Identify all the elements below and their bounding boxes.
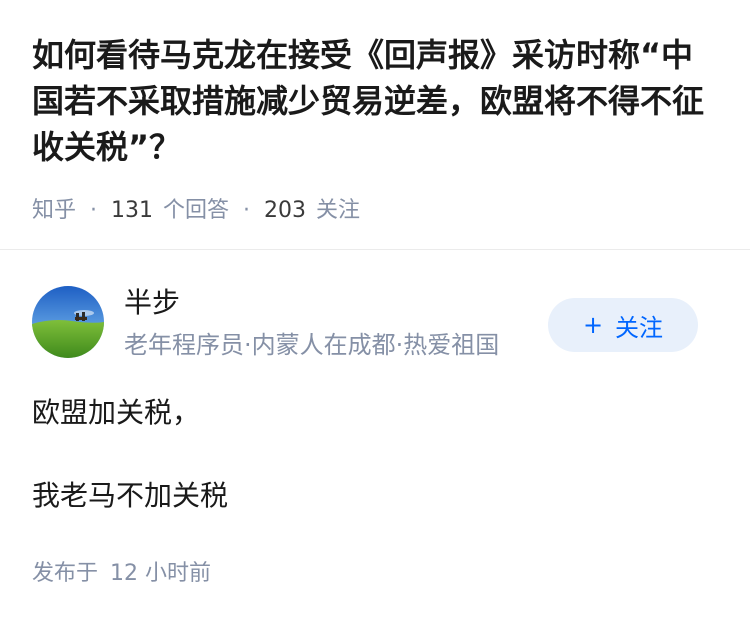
answer-count: 131 <box>111 198 154 223</box>
follow-button[interactable]: + 关注 <box>548 298 698 352</box>
question-meta: 知乎 · 131 个回答 · 203 关注 <box>32 194 360 228</box>
follower-count-label: 关注 <box>316 198 361 223</box>
publish-time-value: 12 小时前 <box>110 561 212 586</box>
avatar-image <box>32 286 104 358</box>
answer-count-label[interactable]: 个回答 <box>163 194 229 228</box>
section-divider <box>0 249 750 250</box>
publish-time-label: 发布于 <box>32 561 99 586</box>
plus-icon: + <box>582 311 604 339</box>
author-bio: 老年程序员·内蒙人在成都·热爱祖国 <box>124 331 500 359</box>
meta-separator: · <box>90 198 98 223</box>
answer-paragraph: 我老马不加关税 <box>32 479 229 512</box>
question-title[interactable]: 如何看待马克龙在接受《回声报》采访时称“中国若不采取措施减少贸易逆差，欧盟将不得… <box>32 32 722 170</box>
publish-time: 发布于 12 小时前 <box>32 557 211 591</box>
landscape-avatar-icon[interactable] <box>32 286 104 358</box>
author-name[interactable]: 半步 <box>124 283 180 323</box>
answer-paragraph: 欧盟加关税， <box>32 396 201 429</box>
meta-separator: · <box>243 198 251 223</box>
follower-count: 203 <box>264 198 307 223</box>
source-label[interactable]: 知乎 <box>32 194 76 228</box>
follow-button-label: 关注 <box>615 313 664 342</box>
